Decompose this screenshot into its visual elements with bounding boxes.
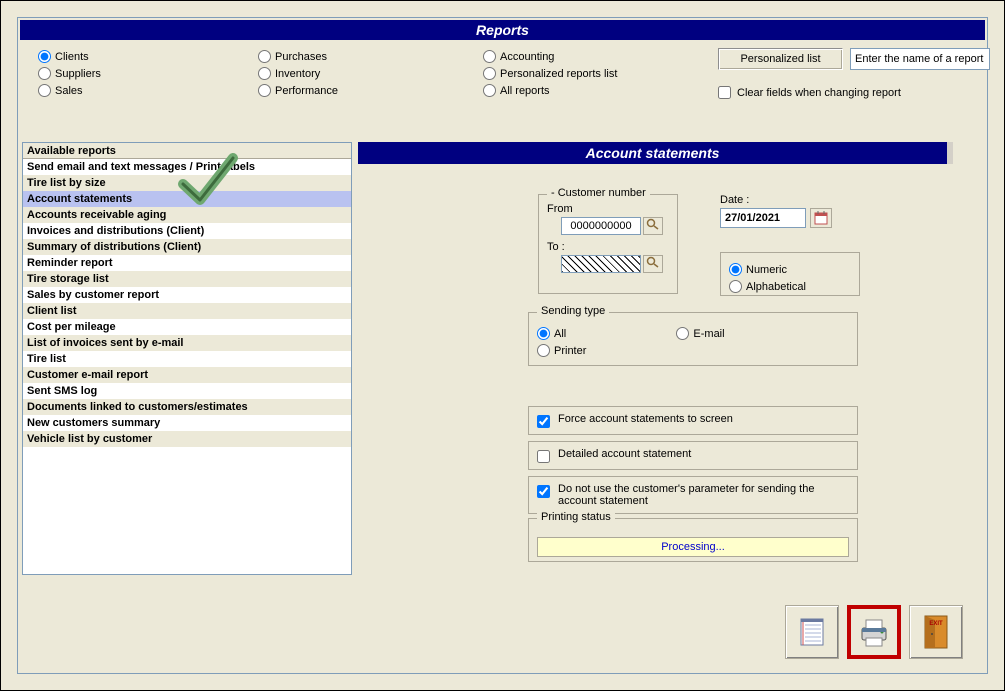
label-inventory: Inventory xyxy=(275,68,320,80)
label-suppliers: Suppliers xyxy=(55,68,101,80)
title-bar: Reports xyxy=(20,20,985,40)
label-send-email: E-mail xyxy=(693,328,724,340)
label-alphabetical: Alphabetical xyxy=(746,281,806,293)
category-col-3: Accounting Personalized reports list All… xyxy=(483,48,617,99)
radio-suppliers[interactable] xyxy=(38,67,51,80)
radio-numeric[interactable] xyxy=(729,263,742,276)
detail-title: Account statements xyxy=(358,142,953,164)
available-reports-list[interactable]: Available reports Send email and text me… xyxy=(22,142,352,575)
clear-fields-row: Clear fields when changing report xyxy=(718,86,901,99)
personalized-list-button[interactable]: Personalized list xyxy=(718,48,843,70)
reports-panel: Reports Clients Suppliers Sales Purchase… xyxy=(17,17,988,674)
available-item[interactable]: Client list xyxy=(23,303,351,319)
label-performance: Performance xyxy=(275,85,338,97)
group-sort: Numeric Alphabetical xyxy=(720,252,860,296)
available-item[interactable]: Reminder report xyxy=(23,255,351,271)
available-item[interactable]: Vehicle list by customer xyxy=(23,431,351,447)
radio-accounting[interactable] xyxy=(483,50,496,63)
label-all-reports: All reports xyxy=(500,85,550,97)
available-item[interactable]: Cost per mileage xyxy=(23,319,351,335)
search-report-input[interactable] xyxy=(850,48,990,70)
radio-inventory[interactable] xyxy=(258,67,271,80)
radio-personalized-list[interactable] xyxy=(483,67,496,80)
radio-sales[interactable] xyxy=(38,84,51,97)
opt-force-row: Force account statements to screen xyxy=(528,406,858,435)
radio-send-all[interactable] xyxy=(537,327,550,340)
svg-text:EXIT: EXIT xyxy=(929,621,943,627)
notepad-icon xyxy=(795,615,829,649)
radio-alphabetical[interactable] xyxy=(729,280,742,293)
available-item[interactable]: Account statements xyxy=(23,191,351,207)
opt-detailed-row: Detailed account statement xyxy=(528,441,858,470)
printing-legend: Printing status xyxy=(537,511,615,523)
available-item[interactable]: Sales by customer report xyxy=(23,287,351,303)
to-label: To : xyxy=(547,241,669,253)
available-item[interactable]: Tire list by size xyxy=(23,175,351,191)
checkbox-nouse-param[interactable] xyxy=(537,485,550,498)
available-item[interactable]: Documents linked to customers/estimates xyxy=(23,399,351,415)
label-purchases: Purchases xyxy=(275,51,327,63)
label-personalized-list: Personalized reports list xyxy=(500,68,617,80)
to-lookup-button[interactable] xyxy=(643,255,663,273)
radio-performance[interactable] xyxy=(258,84,271,97)
available-item[interactable]: Tire storage list xyxy=(23,271,351,287)
customer-legend: - Customer number xyxy=(547,187,650,199)
sending-legend: Sending type xyxy=(537,305,609,317)
available-header: Available reports xyxy=(23,143,351,159)
clear-fields-checkbox[interactable] xyxy=(718,86,731,99)
clear-fields-label: Clear fields when changing report xyxy=(737,87,901,99)
label-send-printer: Printer xyxy=(554,345,586,357)
date-label: Date : xyxy=(720,194,860,206)
label-clients: Clients xyxy=(55,51,89,63)
category-col-2: Purchases Inventory Performance xyxy=(258,48,338,99)
available-item[interactable]: Tire list xyxy=(23,351,351,367)
label-nouse-param: Do not use the customer's parameter for … xyxy=(558,483,849,507)
label-detailed: Detailed account statement xyxy=(558,448,691,460)
category-row: Clients Suppliers Sales Purchases Invent… xyxy=(28,46,977,116)
available-item[interactable]: Sent SMS log xyxy=(23,383,351,399)
options-block: Force account statements to screen Detai… xyxy=(528,406,858,520)
available-item[interactable]: Accounts receivable aging xyxy=(23,207,351,223)
from-lookup-button[interactable] xyxy=(643,217,663,235)
notes-button[interactable] xyxy=(785,605,839,659)
to-input[interactable] xyxy=(561,255,641,273)
calendar-button[interactable] xyxy=(810,208,832,228)
available-item[interactable]: Customer e-mail report xyxy=(23,367,351,383)
printer-icon xyxy=(856,614,892,650)
reports-window: Reports Clients Suppliers Sales Purchase… xyxy=(0,0,1005,691)
from-label: From xyxy=(547,203,669,215)
date-input[interactable] xyxy=(720,208,806,228)
detail-area: Account statements - Customer number Fro… xyxy=(358,142,983,669)
available-item[interactable]: List of invoices sent by e-mail xyxy=(23,335,351,351)
group-sending-type: Sending type All Printer E-mail xyxy=(528,312,858,366)
category-col-1: Clients Suppliers Sales xyxy=(38,48,101,99)
label-sales: Sales xyxy=(55,85,83,97)
group-customer-number: - Customer number From To : xyxy=(538,194,678,294)
action-buttons: EXIT xyxy=(785,605,963,659)
checkbox-detailed[interactable] xyxy=(537,450,550,463)
label-force-screen: Force account statements to screen xyxy=(558,413,733,425)
exit-button[interactable]: EXIT xyxy=(909,605,963,659)
available-item[interactable]: Summary of distributions (Client) xyxy=(23,239,351,255)
available-item[interactable]: New customers summary xyxy=(23,415,351,431)
label-send-all: All xyxy=(554,328,566,340)
radio-all-reports[interactable] xyxy=(483,84,496,97)
opt-nouse-row: Do not use the customer's parameter for … xyxy=(528,476,858,514)
radio-clients[interactable] xyxy=(38,50,51,63)
radio-purchases[interactable] xyxy=(258,50,271,63)
processing-status: Processing... xyxy=(537,537,849,557)
label-accounting: Accounting xyxy=(500,51,554,63)
group-printing-status: Printing status Processing... xyxy=(528,518,858,562)
print-button[interactable] xyxy=(847,605,901,659)
available-item[interactable]: Invoices and distributions (Client) xyxy=(23,223,351,239)
from-input[interactable] xyxy=(561,217,641,235)
radio-send-email[interactable] xyxy=(676,327,689,340)
radio-send-printer[interactable] xyxy=(537,344,550,357)
exit-door-icon: EXIT xyxy=(921,614,951,650)
group-date: Date : xyxy=(720,194,860,229)
available-item[interactable]: Send email and text messages / Print lab… xyxy=(23,159,351,175)
checkbox-force-screen[interactable] xyxy=(537,415,550,428)
label-numeric: Numeric xyxy=(746,264,787,276)
